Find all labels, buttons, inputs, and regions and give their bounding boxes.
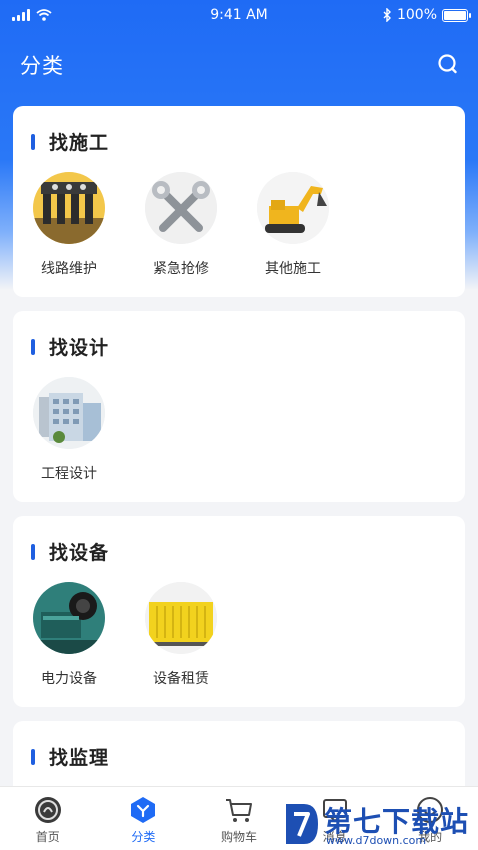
section-marker [31,338,35,355]
category-item-engineering-design[interactable]: 工程设计 [33,377,145,483]
category-label: 线路维护 [41,261,97,277]
category-item-other-construction[interactable]: 其他施工 [257,172,369,278]
watermark: 第七下载站 www.d7down.com [282,798,478,850]
section-title: 找监理 [49,747,110,769]
category-label: 工程设计 [41,466,97,482]
section-title: 找设计 [49,337,110,359]
tab-cart[interactable]: 购物车 [191,787,287,850]
section-equipment: 找设备 电力设备 设备租赁 [13,516,465,707]
home-logo-icon [34,797,61,823]
category-label: 其他施工 [265,261,321,277]
wrench-icon [145,172,217,244]
container-generator-icon [145,582,217,654]
section-design: 找设计 工程设计 [13,311,465,502]
watermark-url: www.d7down.com [326,834,427,847]
category-item-power-equipment[interactable]: 电力设备 [33,582,145,688]
category-item-line-maintenance[interactable]: 线路维护 [33,172,145,278]
category-item-emergency-repair[interactable]: 紧急抢修 [145,172,257,278]
category-list: 找施工 线路维护 紧急抢修 其他施工 找设计 工程设计 找设备 电力设备 设备租… [13,106,465,815]
search-icon [438,54,457,74]
battery-percent: 100% [396,7,437,23]
category-icon [131,797,156,823]
bluetooth-icon [383,8,391,22]
section-construction: 找施工 线路维护 紧急抢修 其他施工 [13,106,465,297]
electrical-terminal-icon [33,172,105,244]
watermark-logo-icon [286,804,318,844]
status-bar: 9:41 AM 100% [0,0,478,32]
section-marker [31,748,35,765]
tab-category[interactable]: 分类 [96,787,192,850]
section-marker [31,133,35,150]
tab-label: 首页 [35,830,60,844]
tab-label: 购物车 [220,830,257,844]
category-label: 设备租赁 [153,671,209,687]
cart-icon [225,799,252,822]
section-title: 找设备 [49,542,110,564]
battery-icon [442,8,471,22]
category-label: 电力设备 [41,671,97,687]
generator-icon [33,582,105,654]
section-title: 找施工 [49,132,110,154]
section-marker [31,543,35,560]
search-button[interactable] [436,52,460,76]
category-item-equipment-rental[interactable]: 设备租赁 [145,582,257,688]
category-label: 紧急抢修 [153,261,209,277]
page-title: 分类 [20,54,64,78]
tab-home[interactable]: 首页 [0,787,96,850]
building-icon [33,377,105,449]
tab-label: 分类 [131,830,156,844]
excavator-icon [257,172,329,244]
